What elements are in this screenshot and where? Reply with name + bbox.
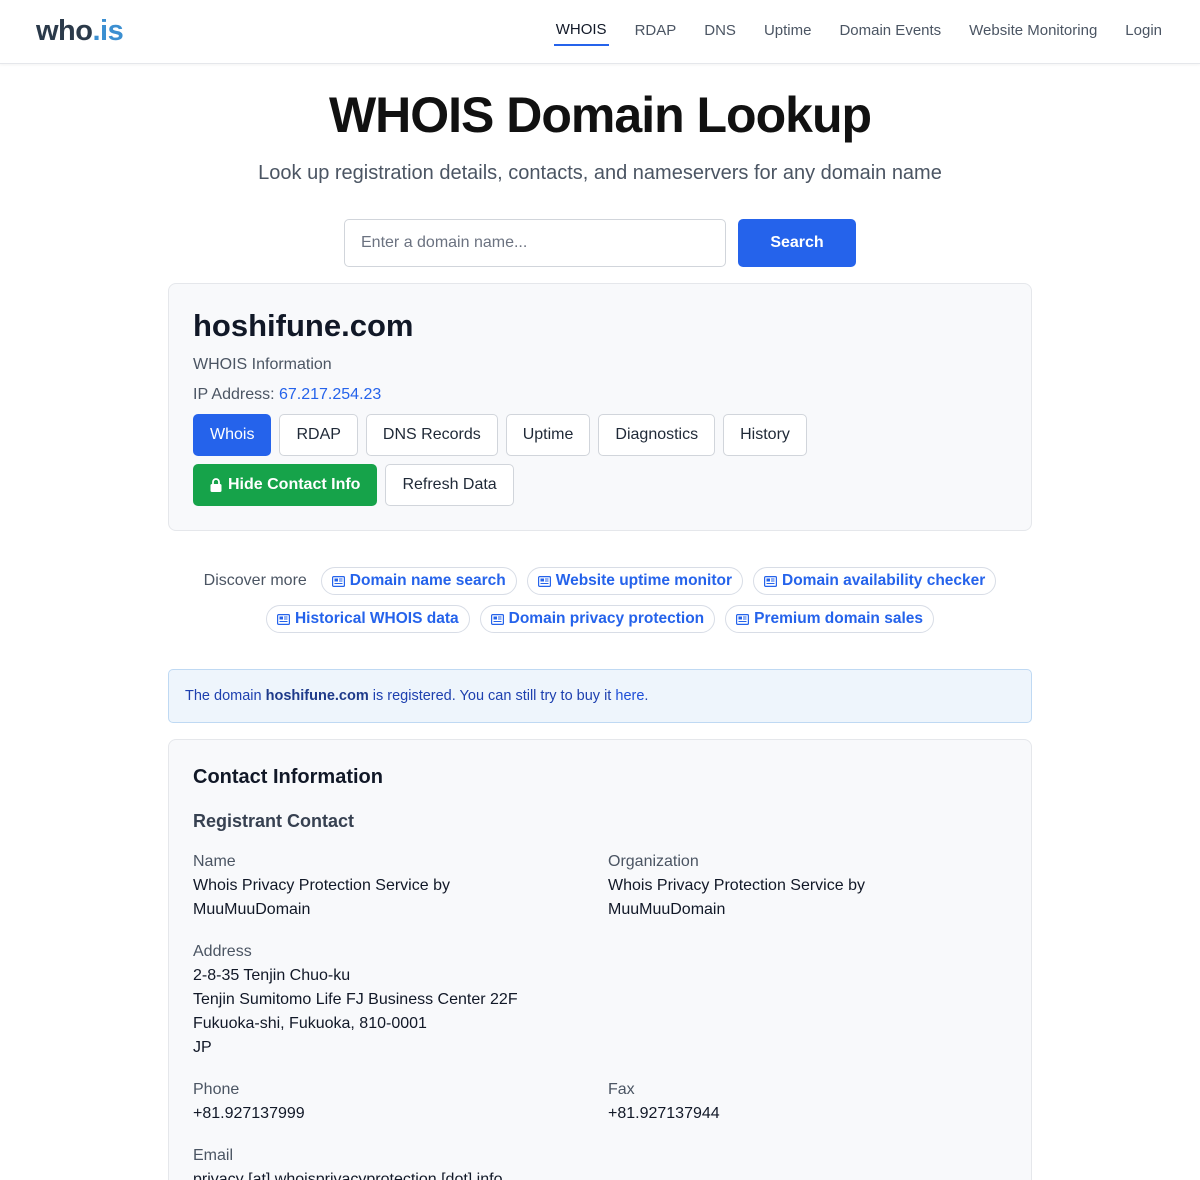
nav-rdap[interactable]: RDAP — [633, 18, 679, 45]
field-value: MuuMuuDomain — [193, 901, 311, 918]
hide-contact-info-label: Hide Contact Info — [228, 476, 361, 493]
contact-information-card: Contact Information Registrant Contact N… — [168, 739, 1032, 1180]
nav-website-monitoring[interactable]: Website Monitoring — [967, 18, 1099, 45]
newspaper-icon — [736, 613, 750, 625]
lookup-tabs: Whois RDAP DNS Records Uptime Diagnostic… — [193, 414, 1007, 456]
field-value: privacy [at] whoisprivacyprotection [dot… — [193, 1171, 503, 1180]
address-line: 2-8-35 Tenjin Chuo-ku — [193, 967, 351, 984]
discover-link-domain-availability-checker[interactable]: Domain availability checker — [753, 567, 997, 595]
nav-whois[interactable]: WHOIS — [553, 17, 609, 46]
registrant-fields: Name Whois Privacy Protection Service by… — [193, 850, 1007, 1180]
top-navbar: who.is WHOIS RDAP DNS Uptime Domain Even… — [0, 0, 1200, 64]
field-label: Organization — [608, 853, 699, 870]
field-label: Name — [193, 853, 236, 870]
field-label: Address — [193, 943, 252, 960]
address-line: Fukuoka-shi, Fukuoka, 810-0001 — [193, 1015, 427, 1032]
nav-dns[interactable]: DNS — [702, 18, 738, 45]
search-bar: Search — [0, 219, 1200, 267]
field-value: Whois Privacy Protection Service by — [608, 877, 865, 894]
address-line: Tenjin Sumitomo Life FJ Business Center … — [193, 991, 518, 1008]
logo-text: who — [36, 15, 93, 47]
search-button[interactable]: Search — [738, 219, 856, 267]
tab-whois[interactable]: Whois — [193, 414, 272, 456]
domain-summary-card: hoshifune.com WHOIS Information IP Addre… — [168, 283, 1032, 531]
tab-diagnostics[interactable]: Diagnostics — [598, 414, 716, 456]
nav-domain-events[interactable]: Domain Events — [837, 18, 943, 45]
discover-link-label: Website uptime monitor — [555, 572, 732, 589]
logo-tld: .is — [92, 15, 124, 47]
ip-address-label: IP Address: — [193, 386, 275, 403]
ip-address-link[interactable]: 67.217.254.23 — [279, 386, 381, 403]
nav-login[interactable]: Login — [1123, 18, 1164, 45]
ip-address-line: IP Address: 67.217.254.23 — [193, 386, 1007, 404]
notice-domain: hoshifune.com — [265, 688, 369, 704]
contact-information-title: Contact Information — [193, 766, 383, 788]
field-organization: Organization Whois Privacy Protection Se… — [608, 850, 1008, 922]
field-value: Whois Privacy Protection Service by — [193, 877, 450, 894]
newspaper-icon — [764, 575, 777, 587]
discover-link-label: Domain name search — [349, 572, 506, 589]
hide-contact-info-button[interactable]: Hide Contact Info — [193, 464, 378, 506]
domain-name: hoshifune.com — [193, 308, 414, 343]
registrant-contact-heading: Registrant Contact — [193, 811, 355, 831]
field-value: +81.927137999 — [193, 1105, 305, 1122]
discover-link-label: Historical WHOIS data — [294, 610, 459, 627]
field-label: Fax — [608, 1081, 635, 1098]
refresh-data-button[interactable]: Refresh Data — [385, 464, 514, 506]
page-subtitle: Look up registration details, contacts, … — [258, 162, 942, 184]
field-label: Email — [193, 1147, 234, 1164]
field-email: Email privacy [at] whoisprivacyprotectio… — [193, 1144, 608, 1180]
discover-link-premium-domain-sales[interactable]: Premium domain sales — [725, 605, 934, 633]
address-line: JP — [193, 1039, 212, 1056]
discover-link-website-uptime-monitor[interactable]: Website uptime monitor — [526, 567, 743, 595]
field-address: Address 2-8-35 Tenjin Chuo-ku Tenjin Sum… — [193, 940, 608, 1060]
newspaper-icon — [276, 613, 290, 625]
tab-uptime[interactable]: Uptime — [505, 414, 591, 456]
whois-info-label: WHOIS Information — [193, 356, 332, 373]
grid-spacer — [608, 940, 1008, 1060]
lock-icon — [210, 478, 222, 492]
discover-link-label: Domain privacy protection — [508, 610, 705, 627]
field-value: +81.927137944 — [608, 1105, 720, 1122]
notice-middle: is registered. You can still try to buy … — [372, 688, 612, 704]
newspaper-icon — [331, 575, 345, 587]
discover-link-label: Domain availability checker — [782, 572, 986, 589]
newspaper-icon — [490, 613, 504, 625]
notice-suffix: . — [644, 688, 649, 704]
tab-dns-records[interactable]: DNS Records — [365, 414, 498, 456]
discover-link-label: Premium domain sales — [754, 610, 923, 627]
discover-link-domain-privacy-protection[interactable]: Domain privacy protection — [479, 605, 716, 633]
page-title: WHOIS Domain Lookup — [328, 87, 872, 143]
registration-notice: The domain hoshifune.com is registered. … — [168, 669, 1032, 723]
notice-prefix: The domain — [185, 688, 262, 704]
field-value: MuuMuuDomain — [608, 901, 726, 918]
discover-link-domain-name-search[interactable]: Domain name search — [320, 567, 517, 595]
tab-history[interactable]: History — [723, 414, 807, 456]
domain-search-input[interactable] — [344, 219, 726, 267]
field-phone: Phone +81.927137999 — [193, 1078, 608, 1126]
nav-uptime[interactable]: Uptime — [762, 18, 814, 45]
main-nav: WHOIS RDAP DNS Uptime Domain Events Webs… — [530, 17, 1164, 46]
tab-rdap[interactable]: RDAP — [279, 414, 358, 456]
discover-link-historical-whois-data[interactable]: Historical WHOIS data — [265, 605, 470, 633]
newspaper-icon — [537, 575, 551, 587]
discover-more-label: Discover more — [203, 572, 307, 589]
logo[interactable]: who.is — [36, 15, 124, 48]
card-actions: Hide Contact Info Refresh Data — [193, 464, 1007, 506]
discover-more: Discover more Domain name search Website… — [168, 567, 1032, 633]
field-name: Name Whois Privacy Protection Service by… — [193, 850, 608, 922]
field-label: Phone — [193, 1081, 240, 1098]
buy-domain-link[interactable]: here — [615, 688, 644, 704]
field-fax: Fax +81.927137944 — [608, 1078, 1008, 1126]
